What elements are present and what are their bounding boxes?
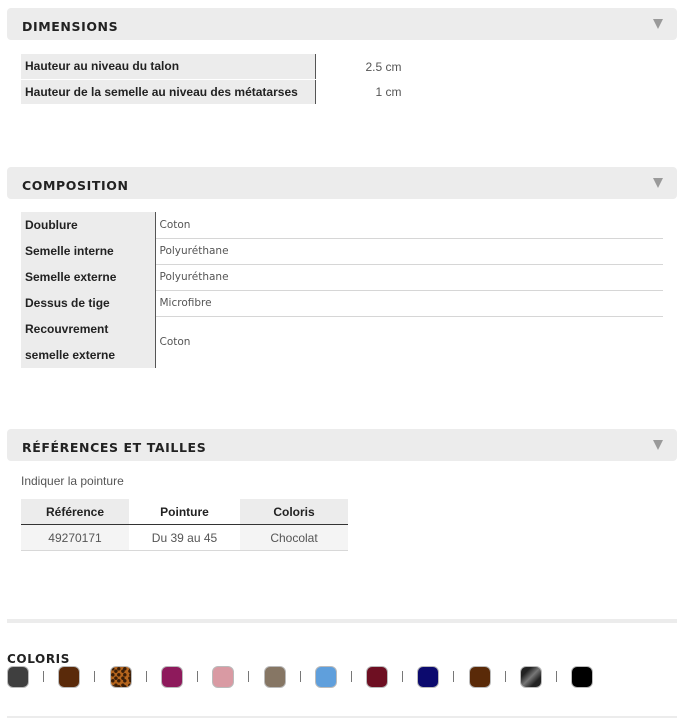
- collapse-arrow-icon[interactable]: [653, 178, 663, 188]
- color-swatch-black[interactable]: [571, 666, 593, 688]
- table-row: Hauteur de la semelle au niveau des méta…: [21, 79, 406, 104]
- column-header-pointure: Pointure: [129, 499, 240, 525]
- pointure-cell: Du 39 au 45: [129, 524, 240, 551]
- table-row[interactable]: 49270171 Du 39 au 45 Chocolat: [21, 524, 348, 551]
- swatch-separator: [402, 671, 403, 682]
- color-swatch-magenta[interactable]: [161, 666, 183, 688]
- swatch-separator: [453, 671, 454, 682]
- color-swatch-dark-grey[interactable]: [7, 666, 29, 688]
- composition-value: Polyuréthane: [155, 264, 663, 291]
- composition-header[interactable]: COMPOSITION: [7, 167, 677, 199]
- coloris-label: COLORIS: [7, 652, 70, 666]
- composition-label: Doublure: [21, 212, 156, 238]
- swatch-separator: [351, 671, 352, 682]
- dimension-label: Hauteur au niveau du talon: [21, 54, 316, 80]
- color-swatch-pink[interactable]: [212, 666, 234, 688]
- references-table: Référence Pointure Coloris 49270171 Du 3…: [21, 499, 348, 551]
- table-row: Semelle externe Polyuréthane: [21, 264, 663, 291]
- dimension-value: 1 cm: [375, 84, 402, 99]
- composition-label: Recouvrement semelle externe: [21, 316, 156, 368]
- collapse-arrow-icon[interactable]: [653, 440, 663, 450]
- size-hint: Indiquer la pointure: [21, 474, 124, 488]
- table-row: Doublure Coton: [21, 212, 663, 239]
- dimensions-header[interactable]: DIMENSIONS: [7, 8, 677, 40]
- composition-label: Dessus de tige: [21, 290, 156, 316]
- composition-table: Doublure Coton Semelle interne Polyuréth…: [21, 212, 663, 368]
- swatch-separator: [197, 671, 198, 682]
- composition-value: Coton: [159, 336, 191, 349]
- column-header-coloris: Coloris: [239, 499, 348, 525]
- color-swatch-light-blue[interactable]: [315, 666, 337, 688]
- swatch-separator: [248, 671, 249, 682]
- reference-cell: 49270171: [21, 524, 130, 551]
- composition-value: Coton: [155, 212, 663, 239]
- references-title: RÉFÉRENCES ET TAILLES: [22, 440, 207, 455]
- swatch-separator: [505, 671, 506, 682]
- color-swatch-brown[interactable]: [469, 666, 491, 688]
- color-swatch-leopard[interactable]: [110, 666, 132, 688]
- swatch-separator: [300, 671, 301, 682]
- swatch-separator: [146, 671, 147, 682]
- divider: [7, 619, 677, 623]
- composition-value: Polyuréthane: [155, 238, 663, 265]
- color-swatch-burgundy[interactable]: [366, 666, 388, 688]
- composition-title: COMPOSITION: [22, 178, 129, 193]
- coloris-cell: Chocolat: [239, 524, 348, 551]
- swatch-separator: [556, 671, 557, 682]
- table-row: Recouvrement semelle externe Coton: [21, 316, 663, 368]
- table-header-row: Référence Pointure Coloris: [21, 499, 348, 525]
- dimension-value: 2.5 cm: [365, 59, 402, 74]
- table-row: Semelle interne Polyuréthane: [21, 238, 663, 265]
- composition-value: Microfibre: [155, 290, 663, 317]
- composition-label: Semelle externe: [21, 264, 156, 290]
- dimension-label: Hauteur de la semelle au niveau des méta…: [21, 79, 316, 104]
- table-row: Hauteur au niveau du talon 2.5 cm: [21, 54, 406, 80]
- color-swatch-navy[interactable]: [417, 666, 439, 688]
- composition-label: Semelle interne: [21, 238, 156, 264]
- swatch-separator: [94, 671, 95, 682]
- swatch-separator: [43, 671, 44, 682]
- color-swatch-grey-pattern[interactable]: [520, 666, 542, 688]
- references-header[interactable]: RÉFÉRENCES ET TAILLES: [7, 429, 677, 461]
- collapse-arrow-icon[interactable]: [653, 19, 663, 29]
- column-header-reference: Référence: [21, 499, 130, 525]
- color-swatch-taupe[interactable]: [264, 666, 286, 688]
- color-swatch-chocolate[interactable]: [58, 666, 80, 688]
- table-row: Dessus de tige Microfibre: [21, 290, 663, 317]
- dimensions-table: Hauteur au niveau du talon 2.5 cm Hauteu…: [21, 54, 406, 104]
- dimensions-title: DIMENSIONS: [22, 19, 119, 34]
